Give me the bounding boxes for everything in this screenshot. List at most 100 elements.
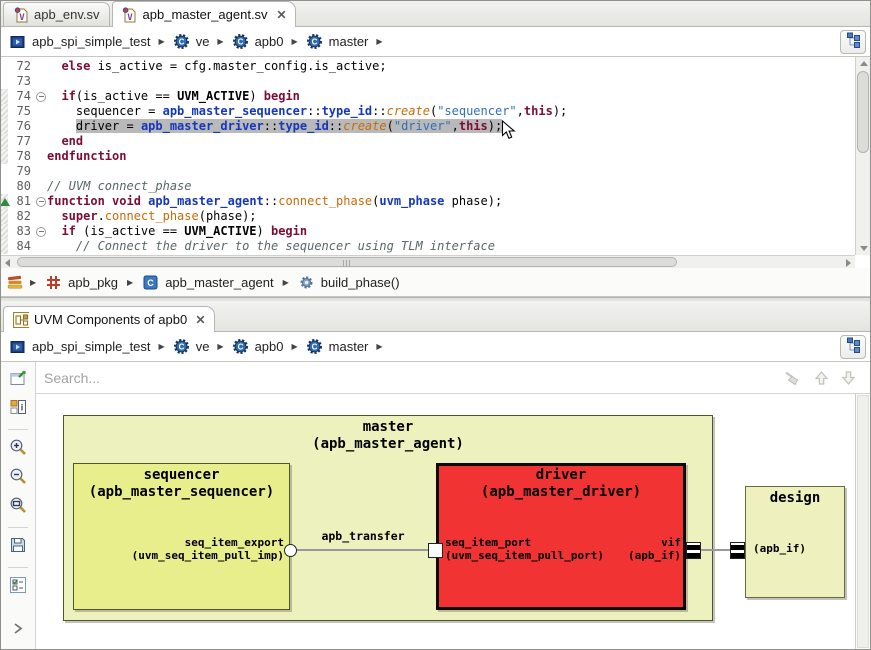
scroll-up-arrow-icon[interactable] (860, 61, 868, 66)
design-if-port[interactable] (730, 542, 745, 559)
save-icon (10, 537, 26, 558)
code-editor[interactable]: 72 else is_active = cfg.master_config.is… (1, 57, 870, 268)
code-line-75[interactable]: 75 sequencer = apb_master_sequencer::typ… (1, 104, 855, 119)
code-line-84[interactable]: 84 // Connect the driver to the sequence… (1, 239, 855, 254)
editor-tab-apb_env-sv[interactable]: Vapb_env.sv (3, 2, 110, 26)
line-number[interactable]: 84 (8, 239, 34, 254)
line-number[interactable]: 83 (8, 224, 34, 239)
editor-vertical-scrollbar[interactable] (855, 57, 870, 255)
hierarchy-toggle-button[interactable] (840, 30, 866, 54)
line-number[interactable]: 77 (8, 134, 34, 149)
code-line-81[interactable]: 81function void apb_master_agent::connec… (1, 194, 855, 209)
diagram-vertical-scrollbar[interactable] (855, 394, 870, 649)
line-number[interactable]: 74 (8, 89, 34, 104)
class-icon: C (142, 274, 159, 290)
line-number[interactable]: 78 (8, 149, 34, 164)
code-line-74[interactable]: 74 if(is_active == UVM_ACTIVE) begin (1, 89, 855, 104)
breadcrumb-item[interactable]: ve (196, 339, 210, 354)
line-number[interactable]: 81 (8, 194, 34, 209)
scroll-down-arrow-icon[interactable] (860, 246, 868, 251)
line-number[interactable]: 76 (8, 119, 34, 134)
tab-uvm-components[interactable]: UVM Components of apb0 (3, 306, 215, 332)
breadcrumb-item[interactable]: apb_spi_simple_test (32, 34, 151, 49)
editor-tab-apb_master_agent-sv[interactable]: Vapb_master_agent.sv (112, 1, 296, 27)
breadcrumb-item[interactable]: ve (196, 34, 210, 49)
breadcrumb-arrow-icon: ▶ (159, 342, 165, 351)
fold-column (34, 74, 47, 89)
close-icon[interactable] (277, 10, 286, 19)
change-marker (1, 194, 8, 209)
breadcrumb-item[interactable]: apb_pkg (68, 275, 118, 290)
filter-options-button[interactable] (5, 575, 31, 600)
editor-status-breadcrumb: ▶apb_pkg▶Capb_master_agent▶build_phase() (1, 268, 870, 297)
scroll-left-arrow-icon[interactable] (5, 259, 10, 267)
code-line-76[interactable]: 76 driver = apb_master_driver::type_id::… (1, 119, 855, 134)
line-number[interactable]: 73 (8, 74, 34, 89)
breadcrumb-item[interactable]: apb_master_agent (165, 275, 273, 290)
code-line-79[interactable]: 79 (1, 164, 855, 179)
line-number[interactable]: 75 (8, 104, 34, 119)
line-number[interactable]: 79 (8, 164, 34, 179)
driver-vif-port[interactable] (686, 542, 701, 559)
fold-minus-icon[interactable] (34, 194, 47, 209)
uvm-component-icon: C (232, 338, 249, 355)
close-icon[interactable] (196, 315, 205, 324)
arrow-down-icon (841, 370, 856, 386)
breadcrumb-item[interactable]: apb0 (255, 34, 284, 49)
zoom-out-button[interactable] (5, 466, 31, 491)
diagram-scroll-thumb[interactable] (857, 395, 869, 648)
breadcrumb-item[interactable]: apb0 (255, 339, 284, 354)
seq-item-wire (296, 549, 430, 551)
fold-minus-icon[interactable] (34, 224, 47, 239)
zoom-in-button[interactable] (5, 437, 31, 462)
breadcrumb-item[interactable]: build_phase() (321, 275, 400, 290)
code-text: sequencer = apb_master_sequencer::type_i… (47, 104, 855, 119)
uvm-component-icon: C (173, 338, 190, 355)
code-line-77[interactable]: 77 end (1, 134, 855, 149)
breadcrumb-item[interactable]: apb_spi_simple_test (32, 339, 151, 354)
search-input[interactable] (36, 370, 783, 386)
code-line-72[interactable]: 72 else is_active = cfg.master_config.is… (1, 59, 855, 74)
expand-chevron-button[interactable] (5, 618, 31, 643)
design-title: design (745, 490, 845, 507)
seq-item-export-port[interactable] (284, 544, 297, 557)
design-if-label: (apb_if) (753, 543, 806, 556)
vertical-scroll-thumb[interactable] (857, 71, 869, 153)
code-text: if(is_active == UVM_ACTIVE) begin (47, 89, 855, 104)
editor-horizontal-scrollbar[interactable] (1, 255, 855, 268)
change-marker (1, 119, 8, 134)
code-line-78[interactable]: 78endfunction (1, 149, 855, 164)
toolbar-separator (8, 567, 28, 568)
line-number[interactable]: 82 (8, 209, 34, 224)
fold-minus-icon[interactable] (34, 89, 47, 104)
breadcrumb-arrow-icon: ▶ (376, 342, 382, 351)
code-text (47, 74, 855, 89)
info-view-icon: i (10, 399, 27, 420)
transfer-label: apb_transfer (296, 529, 430, 543)
filter-options-icon (10, 577, 26, 598)
line-number[interactable]: 72 (8, 59, 34, 74)
code-line-80[interactable]: 80// UVM connect_phase (1, 179, 855, 194)
svg-text:C: C (178, 38, 184, 47)
code-line-82[interactable]: 82 super.connect_phase(phase); (1, 209, 855, 224)
code-line-73[interactable]: 73 (1, 74, 855, 89)
zoom-fit-button[interactable] (5, 495, 31, 520)
breadcrumb-item[interactable]: master (329, 339, 369, 354)
pin-view-button[interactable] (5, 368, 31, 393)
code-area[interactable]: 72 else is_active = cfg.master_config.is… (1, 57, 855, 255)
horizontal-scroll-thumb[interactable] (17, 257, 677, 267)
change-marker (1, 164, 8, 179)
mouse-cursor (501, 120, 516, 146)
hierarchy-toggle-button[interactable] (840, 335, 866, 359)
scroll-right-arrow-icon[interactable] (846, 259, 851, 267)
save-button[interactable] (5, 535, 31, 560)
uvm-diagram-canvas[interactable]: master(apb_master_agent) sequencer(apb_m… (36, 394, 870, 649)
seq-item-port[interactable] (428, 543, 443, 558)
code-line-83[interactable]: 83 if (is_active == UVM_ACTIVE) begin (1, 224, 855, 239)
code-text: end (47, 134, 855, 149)
svg-text:C: C (178, 343, 184, 352)
svg-text:C: C (237, 343, 243, 352)
info-view-button[interactable]: i (5, 397, 31, 422)
line-number[interactable]: 80 (8, 179, 34, 194)
breadcrumb-item[interactable]: master (329, 34, 369, 49)
